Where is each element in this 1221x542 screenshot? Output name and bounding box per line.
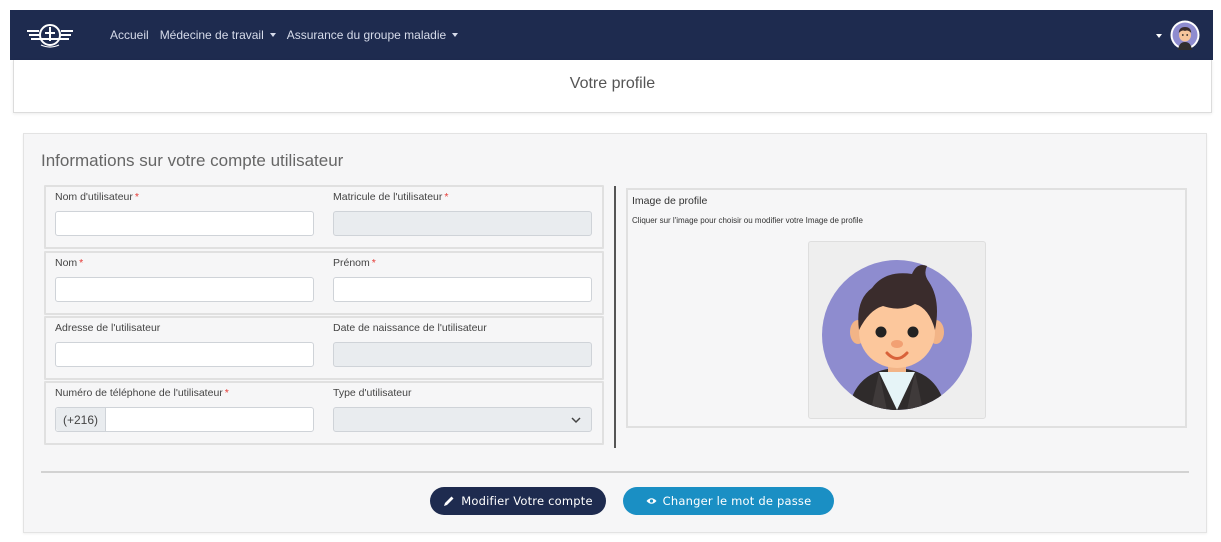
vertical-divider	[614, 186, 616, 448]
type-utilisateur-select[interactable]	[333, 407, 592, 432]
user-menu-caret-icon[interactable]	[1156, 34, 1162, 38]
matricule-input	[333, 211, 592, 236]
chevron-down-icon	[571, 417, 581, 424]
field-group-identity: Nom d'utilisateur * Matricule de l'utilis…	[44, 185, 604, 249]
telephone-input[interactable]: (+216)	[55, 407, 314, 432]
profile-image-panel: Image de profile Cliquer sur l'image pou…	[626, 188, 1187, 428]
date-naissance-input	[333, 342, 592, 367]
type-utilisateur-label: Type d'utilisateur	[333, 387, 412, 399]
account-info-card: Informations sur votre compte utilisateu…	[23, 133, 1207, 533]
date-naissance-label: Date de naissance de l'utilisateur	[333, 322, 487, 334]
nav-link-assurance-groupe[interactable]: Assurance du groupe maladie	[287, 28, 458, 42]
modify-account-label: Modifier Votre compte	[461, 494, 593, 508]
adresse-label: Adresse de l'utilisateur	[55, 322, 161, 334]
nav-link-medecine-travail[interactable]: Médecine de travail	[160, 28, 276, 42]
nom-label: Nom *	[55, 257, 84, 269]
nom-input[interactable]	[55, 277, 314, 302]
adresse-input[interactable]	[55, 342, 314, 367]
page-title: Votre profile	[569, 75, 656, 92]
telephone-label: Numéro de téléphone de l'utilisateur *	[55, 387, 229, 399]
field-group-contact: Numéro de téléphone de l'utilisateur * (+…	[44, 381, 604, 445]
nav-link-accueil[interactable]: Accueil	[110, 28, 149, 42]
change-password-button[interactable]: Changer le mot de passe	[623, 487, 834, 515]
prenom-label: Prénom *	[333, 257, 376, 269]
modify-account-button[interactable]: Modifier Votre compte	[430, 487, 606, 515]
profile-image-picker[interactable]	[808, 241, 986, 419]
field-group-name: Nom * Prénom *	[44, 251, 604, 315]
field-group-address: Adresse de l'utilisateur Date de naissan…	[44, 316, 604, 380]
profile-image-hint: Cliquer sur l'image pour choisir ou modi…	[632, 216, 863, 225]
profile-avatar-image	[822, 260, 972, 410]
change-password-label: Changer le mot de passe	[662, 494, 812, 508]
top-navbar: Accueil Médecine de travail Assurance du…	[10, 10, 1213, 60]
profile-image-title: Image de profile	[632, 195, 708, 207]
matricule-label: Matricule de l'utilisateur *	[333, 191, 449, 203]
username-input[interactable]	[55, 211, 314, 236]
prenom-input[interactable]	[333, 277, 592, 302]
form-heading: Informations sur votre compte utilisateu…	[41, 151, 344, 170]
pencil-icon	[444, 496, 454, 506]
company-logo-icon[interactable]	[27, 21, 73, 49]
username-label: Nom d'utilisateur *	[55, 191, 139, 203]
phone-prefix: (+216)	[56, 408, 106, 431]
page-title-bar: Votre profile	[13, 60, 1212, 113]
user-avatar[interactable]	[1170, 20, 1200, 50]
horizontal-divider	[41, 471, 1189, 473]
eye-icon	[646, 498, 657, 504]
